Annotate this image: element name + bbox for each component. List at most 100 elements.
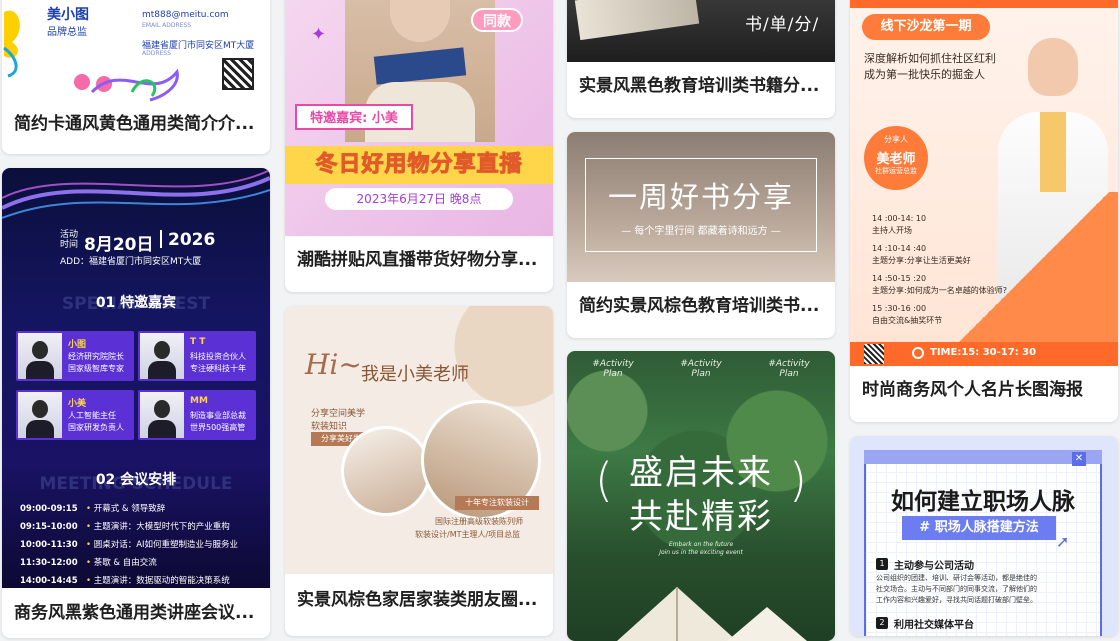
activity-script-line: Plan bbox=[779, 369, 799, 379]
close-icon: ✕ bbox=[1072, 452, 1086, 466]
guest-name: 小美 bbox=[68, 399, 87, 409]
activity-script-line: #Activity bbox=[680, 359, 722, 369]
point-title: 主动参与公司活动 bbox=[894, 561, 974, 572]
cursor-icon: ➚ bbox=[1056, 532, 1070, 551]
card-thumbnail: 同款 ✦ 特邀嘉宾: 小美 冬日好用物分享直播 2023年6月27日 晚8点 bbox=[285, 0, 553, 236]
qr-code-icon bbox=[222, 58, 254, 90]
intro-line: 成为第一批快乐的掘金人 bbox=[864, 68, 985, 81]
book-share-headline: 一周好书分享 bbox=[607, 180, 794, 214]
schedule-row: 09:00-09:15 • 开幕式 & 领导致辞 bbox=[20, 504, 166, 514]
card-thumbnail: 书/单/分/ bbox=[567, 0, 835, 62]
template-card-2[interactable]: 活动 时间 8月20日 2026 ADD：福建省厦门市同安区MT大厦 SPECI… bbox=[2, 168, 270, 638]
number-badge: 2 bbox=[876, 617, 888, 629]
template-card-5[interactable]: 书/单/分/ 实景风黑色教育培训类书籍分... bbox=[567, 0, 835, 118]
activity-script: #Activity Plan bbox=[581, 359, 645, 379]
guest-name: 小图 bbox=[68, 340, 87, 350]
agenda-row: 14 :50-15 :20 主题分享:如何成为一名卓越的体验师? bbox=[872, 274, 1052, 304]
guest-label: 特邀嘉宾: 小美 bbox=[295, 104, 413, 130]
guest-card: 小图 经济研究院院长 国家级智库专家 bbox=[16, 331, 134, 381]
activity-script-line: #Activity bbox=[768, 359, 810, 369]
card-title: 简约实景风棕色教育培训类书... bbox=[579, 296, 820, 316]
email-text: mt888@meitu.com bbox=[142, 10, 229, 20]
guest-title: 国家级智库专家 bbox=[68, 364, 124, 373]
activity-script-line: Plan bbox=[603, 369, 623, 379]
network-headline: 如何建立职场人脉 bbox=[891, 489, 1075, 515]
intro-line: 分享空间美学 bbox=[311, 409, 366, 419]
sparkle-icon: ✦ bbox=[311, 24, 327, 45]
sharer-badge: 分享人 美老师 社群运营总监 bbox=[864, 126, 928, 190]
light-wave-icon bbox=[2, 169, 270, 219]
card-thumbnail: 活动 时间 8月20日 2026 ADD：福建省厦门市同安区MT大厦 SPECI… bbox=[2, 168, 270, 588]
address-label: ADDRESS bbox=[142, 50, 171, 57]
card-title: 潮酷拼贴风直播带货好物分享... bbox=[297, 250, 538, 270]
book-photo-icon bbox=[574, 0, 700, 41]
brand-name: 美小图 bbox=[47, 7, 89, 23]
schedule-row: 14:00-14:45 • 主题演讲：数据驱动的智能决策系统 bbox=[20, 576, 230, 586]
email-label: EMAIL ADDRESS bbox=[142, 22, 192, 29]
guest-card: MM 制造事业部总裁 世界500强高管 bbox=[138, 390, 256, 440]
time-label: 活动 时间 bbox=[60, 230, 78, 250]
footer-band: TIME:15: 30-17: 30 bbox=[850, 342, 1118, 366]
guest-name: MM bbox=[190, 396, 208, 406]
card-thumbnail: 一周好书分享 — 每个字里行间 都藏着诗和远方 — bbox=[567, 132, 835, 282]
schedule-item: 主题演讲：大模型时代下的产业重构 bbox=[93, 522, 230, 532]
schedule-time: 09:00-09:15 bbox=[20, 504, 78, 514]
time-label-2: 时间 bbox=[60, 240, 79, 250]
agenda-text: 主题分享:如何成为一名卓越的体验师? bbox=[872, 286, 1007, 295]
activity-line-2: 共赴精彩 bbox=[629, 497, 773, 537]
designer-headline: 我是小美老师 bbox=[361, 364, 469, 385]
section-schedule-title: 02 会议安排 bbox=[95, 472, 177, 488]
activity-script: #Activity Plan bbox=[757, 359, 821, 379]
agenda-row: 14 :10-14 :40 主题分享:分享让生活更美好 bbox=[872, 244, 1052, 274]
schedule-item: 茶歇 & 自由交流 bbox=[93, 558, 157, 568]
point-body: 社交场合。主动与不同部门的同事交流，了解他们的 bbox=[876, 585, 1037, 593]
event-year: 2026 bbox=[168, 230, 216, 250]
schedule-item: 开幕式 & 领导致辞 bbox=[93, 504, 166, 514]
template-card-1[interactable]: 美小图 品牌总监 mt888@meitu.com EMAIL ADDRESS 福… bbox=[2, 0, 270, 154]
template-card-9[interactable]: ✕ 如何建立职场人脉 # 职场人脉搭建方法 ➚ 1 主动参与公司活动 公司组织的… bbox=[850, 436, 1118, 636]
activity-small-1: Embark on the future bbox=[668, 541, 734, 548]
tent-icon bbox=[617, 587, 807, 641]
schedule-row: 11:30-12:00 • 茶歇 & 自由交流 bbox=[20, 558, 157, 568]
event-date: 8月20日 bbox=[84, 235, 154, 255]
bio-line: 软装设计/MT主理人/项目总监 bbox=[415, 530, 521, 539]
card-thumbnail: #Activity Plan #Activity Plan #Activity Pla… bbox=[567, 351, 835, 641]
schedule-time: 14:00-14:45 bbox=[20, 576, 78, 586]
activity-script: #Activity Plan bbox=[669, 359, 733, 379]
activity-script-line: #Activity bbox=[592, 359, 634, 369]
greeting-script: Hi~ bbox=[305, 348, 362, 381]
section-guests-title: 01 特邀嘉宾 bbox=[95, 295, 177, 311]
schedule-time: 10:00-11:30 bbox=[20, 540, 78, 550]
agenda-time: 14 :10-14 :40 bbox=[872, 244, 927, 253]
guest-title: 专注硬科技十年 bbox=[190, 364, 246, 373]
card-thumbnail: Hi~ 我是小美老师 分享空间美学 软装知识 分享美好生活 十年专注软装设计 国… bbox=[285, 306, 553, 574]
template-card-3[interactable]: 同款 ✦ 特邀嘉宾: 小美 冬日好用物分享直播 2023年6月27日 晚8点 潮… bbox=[285, 0, 553, 292]
guest-title: 世界500强高管 bbox=[190, 423, 246, 432]
agenda-row: 15 :30-16 :00 自由交流&抽奖环节 bbox=[872, 304, 1052, 334]
guest-card: 小美 人工智能主任 国家研发负责人 bbox=[16, 390, 134, 440]
book-share-sub: — 每个字里行间 都藏着诗和远方 — bbox=[621, 226, 781, 237]
same-style-badge: 同款 bbox=[471, 8, 523, 32]
guest-title: 科技投资合伙人 bbox=[190, 352, 246, 361]
book-list-text: 书/单/分/ bbox=[745, 15, 820, 35]
guest-photo-icon bbox=[140, 333, 184, 379]
guest-photo-icon bbox=[140, 392, 184, 438]
agenda-time: 14 :00-14: 10 bbox=[872, 214, 927, 223]
room-photo-icon bbox=[341, 426, 431, 516]
guest-title: 制造事业部总裁 bbox=[190, 411, 246, 420]
agenda-row: 14 :00-14: 10 主持人开场 bbox=[872, 214, 1052, 244]
guest-title: 国家研发负责人 bbox=[68, 423, 124, 432]
activity-script-line: Plan bbox=[691, 369, 711, 379]
card-thumbnail: ✕ 如何建立职场人脉 # 职场人脉搭建方法 ➚ 1 主动参与公司活动 公司组织的… bbox=[850, 436, 1118, 636]
card-title: 简约卡通风黄色通用类简介介... bbox=[14, 114, 255, 134]
number-badge: 1 bbox=[876, 558, 888, 570]
schedule-list: 09:00-09:15 • 开幕式 & 领导致辞 09:15-10:00 • 主题演… bbox=[20, 502, 260, 588]
agenda-list: 14 :00-14: 10 主持人开场 14 :10-14 :40 主题分享:分享让… bbox=[872, 214, 1052, 334]
template-card-7[interactable]: #Activity Plan #Activity Plan #Activity Pla… bbox=[567, 351, 835, 641]
template-card-4[interactable]: Hi~ 我是小美老师 分享空间美学 软装知识 分享美好生活 十年专注软装设计 国… bbox=[285, 306, 553, 636]
card-thumbnail: 线下沙龙第一期 深度解析如何抓住社区红利 成为第一批快乐的掘金人 分享人 美老师… bbox=[850, 0, 1118, 366]
template-card-6[interactable]: 一周好书分享 — 每个字里行间 都藏着诗和远方 — 简约实景风棕色教育培训类书.… bbox=[567, 132, 835, 338]
guest-title: 人工智能主任 bbox=[68, 411, 116, 420]
time-label-1: 活动 bbox=[60, 230, 79, 240]
template-card-8[interactable]: 线下沙龙第一期 深度解析如何抓住社区红利 成为第一批快乐的掘金人 分享人 美老师… bbox=[850, 0, 1118, 422]
